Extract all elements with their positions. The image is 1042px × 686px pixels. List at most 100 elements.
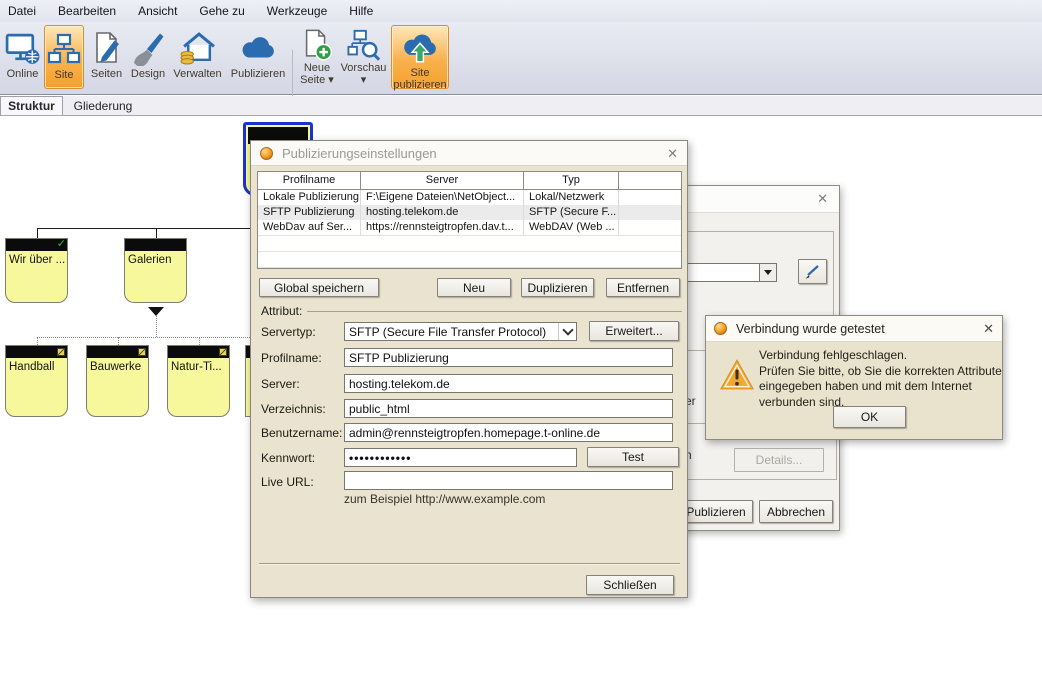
tree-dotted-stem — [156, 316, 157, 337]
site-publish-cloud-upload-icon — [401, 26, 439, 67]
column-header-server[interactable]: Server — [361, 172, 524, 189]
neue-seite-button[interactable]: Neue Seite ▾ — [296, 25, 338, 89]
settings-dialog-close-icon[interactable]: ✕ — [667, 147, 678, 160]
design-label: Design — [131, 68, 165, 80]
node-header — [6, 346, 67, 358]
column-header-empty — [619, 172, 681, 189]
test-dialog-close-icon[interactable]: ✕ — [983, 322, 994, 335]
neue-seite-label: Neue Seite ▾ — [296, 62, 338, 86]
orange-sphere-icon — [260, 147, 273, 160]
duplizieren-button[interactable]: Duplizieren — [521, 278, 594, 297]
manage-house-coins-icon — [179, 25, 216, 68]
publizierungseinstellungen-dialog: Publizierungseinstellungen ✕ Profilname … — [250, 140, 688, 598]
table-header-row: Profilname Server Typ — [258, 172, 681, 190]
profilname-input[interactable] — [344, 348, 673, 367]
abbrechen-button[interactable]: Abbrechen — [759, 500, 833, 523]
global-speichern-button[interactable]: Global speichern — [259, 278, 379, 297]
benutzername-input[interactable] — [344, 423, 673, 442]
edit-profile-button[interactable] — [798, 259, 827, 284]
tree-dotted-rail — [37, 337, 250, 338]
cell-typ: WebDAV (Web ... — [524, 220, 619, 235]
design-brush-icon — [130, 25, 166, 68]
publizieren-confirm-button[interactable]: Publizieren — [679, 500, 753, 523]
vorschau-button[interactable]: Vorschau ▾ — [338, 25, 389, 89]
entfernen-button[interactable]: Entfernen — [606, 278, 680, 297]
servertyp-select[interactable]: SFTP (Secure File Transfer Protocol) — [344, 322, 577, 341]
new-page-plus-icon — [300, 25, 334, 62]
tab-gliederung[interactable]: Gliederung — [64, 96, 142, 115]
attribut-group-line — [307, 311, 682, 312]
message-line: Prüfen Sie bitte, ob Sie die korrekten A… — [759, 364, 1002, 380]
node-label: Wir über ... — [6, 251, 67, 266]
table-row-lokale-publizierung[interactable]: Lokale Publizierung F:\Eigene Dateien\Ne… — [258, 190, 681, 205]
column-header-profilname[interactable]: Profilname — [258, 172, 361, 189]
sitemap-node-bauwerke[interactable]: Bauwerke — [86, 345, 149, 417]
schliessen-button[interactable]: Schließen — [586, 575, 674, 595]
test-button[interactable]: Test — [587, 447, 679, 467]
menu-ansicht[interactable]: Ansicht — [138, 2, 188, 21]
server-input[interactable] — [344, 374, 673, 393]
neu-button[interactable]: Neu — [437, 278, 511, 297]
kennwort-input[interactable] — [344, 448, 577, 467]
cell-profilname: Lokale Publizierung — [258, 190, 361, 205]
verwalten-button[interactable]: Verwalten — [169, 25, 226, 89]
menu-gehe-zu[interactable]: Gehe zu — [199, 2, 255, 21]
vorschau-caret-icon: ▾ — [361, 74, 367, 86]
cell-profilname: WebDav auf Ser... — [258, 220, 361, 235]
design-button[interactable]: Design — [128, 25, 168, 89]
ok-button[interactable]: OK — [833, 406, 906, 428]
online-monitor-globe-icon — [4, 25, 41, 68]
settings-dialog-titlebar: Publizierungseinstellungen ✕ — [251, 141, 687, 166]
online-button[interactable]: Online — [2, 25, 43, 89]
seiten-button[interactable]: Seiten — [86, 25, 127, 89]
cell-typ: SFTP (Secure F... — [524, 205, 619, 220]
site-button[interactable]: Site — [44, 25, 84, 89]
pages-edit-icon — [89, 25, 125, 68]
erweitert-button[interactable]: Erweitert... — [589, 321, 679, 341]
live-url-label: Live URL: — [261, 475, 314, 489]
sitemap-node-wir-ueber[interactable]: ✓ Wir über ... — [5, 238, 68, 303]
table-row-webdav[interactable]: WebDav auf Ser... https://rennsteigtropf… — [258, 220, 681, 235]
cell-server: https://rennsteigtropfen.dav.t... — [361, 220, 524, 235]
sitemap-node-galerien[interactable]: Galerien — [124, 238, 187, 303]
publish-profiles-table: Profilname Server Typ Lokale Publizierun… — [257, 171, 682, 269]
preview-magnifier-icon — [347, 25, 381, 62]
site-publizieren-label: Site publizieren — [392, 67, 448, 91]
dropdown-arrow-icon[interactable] — [759, 264, 776, 281]
site-label: Site — [55, 69, 74, 81]
chevron-down-icon[interactable] — [558, 323, 576, 340]
cell-empty — [619, 220, 681, 235]
server-label: Server: — [261, 377, 300, 391]
verzeichnis-label: Verzeichnis: — [261, 402, 326, 416]
node-header — [125, 239, 186, 251]
publish-dialog-close-icon[interactable]: ✕ — [817, 192, 828, 205]
verzeichnis-input[interactable] — [344, 399, 673, 418]
message-line: Verbindung fehlgeschlagen. — [759, 348, 1002, 364]
orange-sphere-icon — [714, 322, 727, 335]
tree-dotted-stub-handball — [37, 337, 38, 345]
view-tabstrip: Struktur Gliederung — [0, 96, 1042, 116]
seiten-label: Seiten — [91, 68, 122, 80]
menu-datei[interactable]: Datei — [8, 2, 47, 21]
pencil-icon — [803, 263, 823, 280]
tree-dotted-stub-natur — [199, 337, 200, 345]
neue-seite-caret-icon: ▾ — [328, 74, 334, 86]
tree-dotted-stub-bauwerke — [118, 337, 119, 345]
menu-bar: Datei Bearbeiten Ansicht Gehe zu Werkzeu… — [0, 0, 1042, 22]
table-empty-row — [258, 235, 681, 251]
menu-bearbeiten[interactable]: Bearbeiten — [58, 2, 127, 21]
tab-struktur[interactable]: Struktur — [0, 96, 63, 115]
publizieren-button[interactable]: Publizieren — [227, 25, 289, 89]
site-publizieren-button[interactable]: Site publizieren — [391, 25, 449, 89]
table-row-sftp-publizierung[interactable]: SFTP Publizierung hosting.telekom.de SFT… — [258, 205, 681, 220]
sitemap-node-handball[interactable]: Handball — [5, 345, 68, 417]
menu-hilfe[interactable]: Hilfe — [349, 2, 384, 21]
live-url-input[interactable] — [344, 471, 673, 490]
cell-server: hosting.telekom.de — [361, 205, 524, 220]
menu-werkzeuge[interactable]: Werkzeuge — [267, 2, 338, 21]
collapse-triangle-icon[interactable] — [148, 307, 164, 316]
details-button[interactable]: Details... — [734, 448, 824, 472]
column-header-typ[interactable]: Typ — [524, 172, 619, 189]
sitemap-node-natur[interactable]: Natur-Ti... — [167, 345, 230, 417]
live-url-hint: zum Beispiel http://www.example.com — [344, 492, 545, 506]
